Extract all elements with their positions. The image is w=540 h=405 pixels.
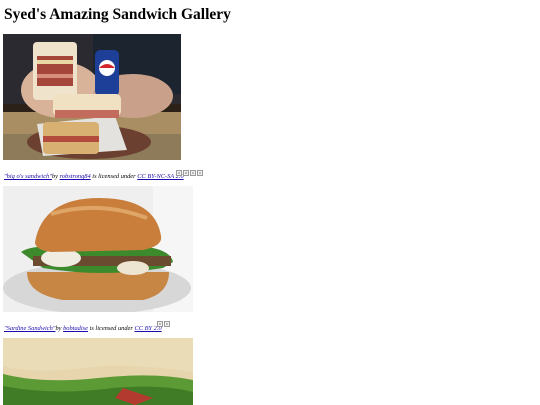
sandwich-photo-3 (3, 338, 193, 405)
license-badge-icon[interactable] (164, 321, 170, 327)
license-badges-2 (157, 321, 170, 327)
photo-title-link-2[interactable]: "Sardine Sandwich" (4, 325, 55, 332)
sandwich-photo-3-image (3, 338, 193, 405)
sandwich-photo-2-image (3, 186, 193, 312)
license-badge-icon[interactable] (190, 170, 196, 176)
license-badge-icon[interactable] (197, 170, 203, 176)
sandwich-photo-1-image (3, 34, 181, 160)
license-text-1: is licensed under (90, 173, 138, 180)
credit-by-text-1: by (51, 173, 60, 180)
sandwich-photo-1 (3, 34, 181, 160)
license-text-2: is licensed under (87, 325, 135, 332)
credit-by-text-2: by (55, 325, 64, 332)
sandwich-photo-2 (3, 186, 193, 312)
author-link-2[interactable]: bobtadise (63, 325, 88, 332)
license-badge-icon[interactable] (157, 321, 163, 327)
license-badge-icon[interactable] (176, 170, 182, 176)
author-link-1[interactable]: robstrong84 (60, 173, 91, 180)
page-title: Syed's Amazing Sandwich Gallery (4, 6, 231, 23)
license-badges-1 (176, 170, 203, 176)
photo-title-link-1[interactable]: "big o's sandwich" (4, 173, 52, 180)
photo-credit-2: "Sardine Sandwich"by bobtadise is licens… (4, 324, 162, 333)
photo-credit-1: "big o's sandwich"by robstrong84 is lice… (4, 172, 184, 181)
license-badge-icon[interactable] (183, 170, 189, 176)
